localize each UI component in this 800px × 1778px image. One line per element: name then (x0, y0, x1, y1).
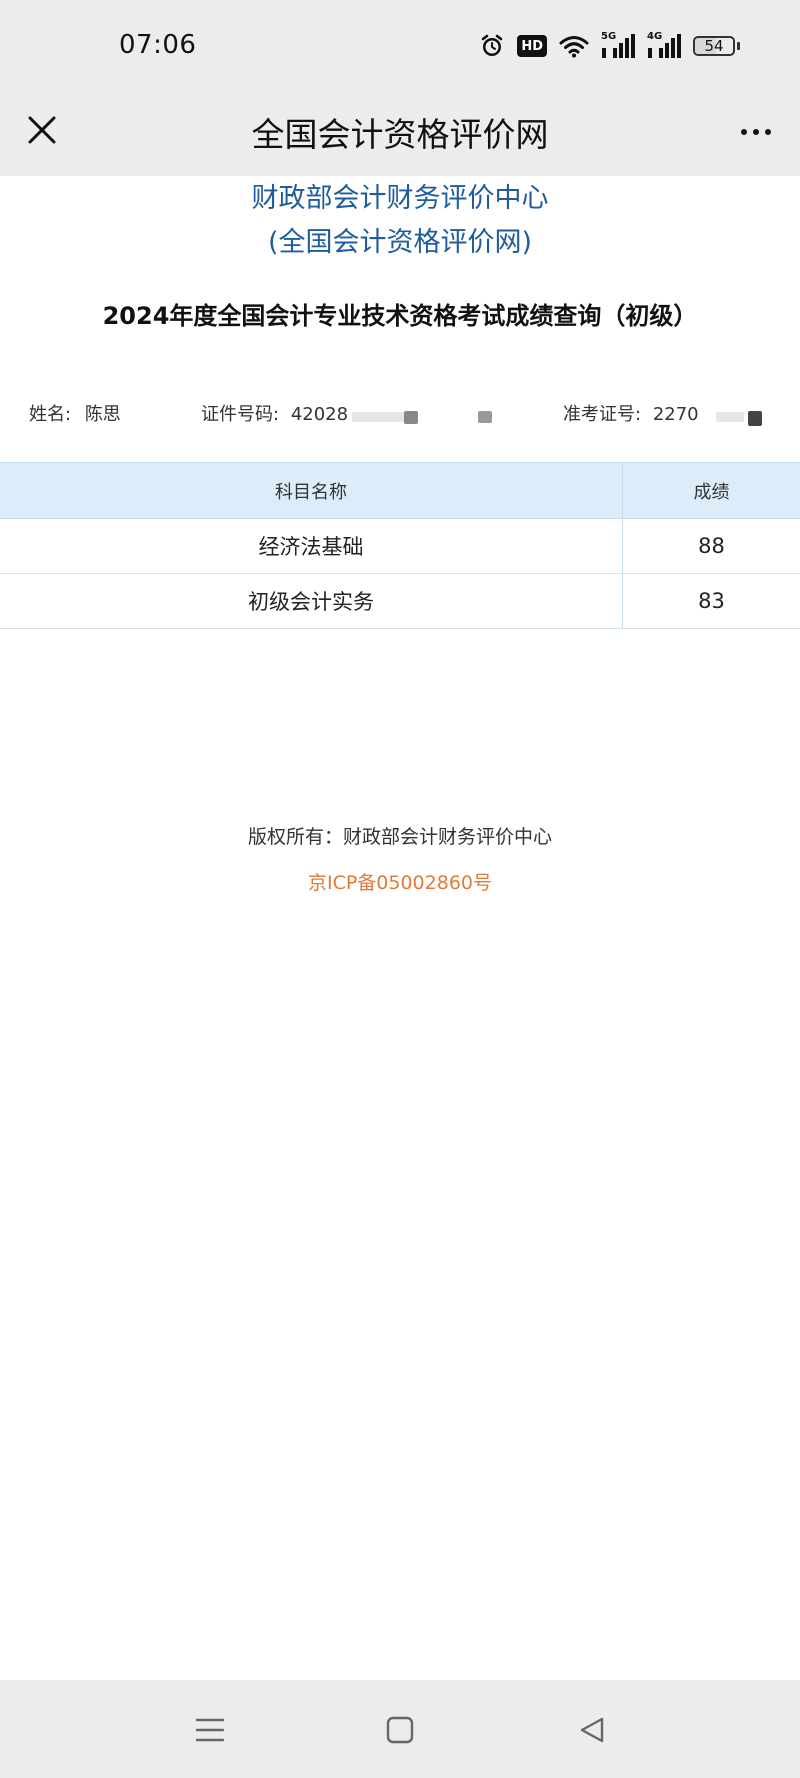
menu-icon (195, 1718, 225, 1742)
menu-button[interactable] (190, 1712, 230, 1748)
candidate-id: 证件号码: 42028 (201, 400, 348, 426)
back-icon (580, 1717, 604, 1743)
name-label: 姓名: (29, 404, 72, 425)
row-subject: 经济法基础 (0, 518, 623, 574)
system-nav-bar (0, 1680, 800, 1778)
row-score: 83 (622, 573, 800, 629)
wifi-icon (559, 34, 589, 58)
more-dots-icon (741, 129, 747, 135)
battery-icon: 54 (693, 36, 740, 56)
id-redaction-tail (478, 411, 492, 423)
candidate-name: 姓名: 陈思 (29, 400, 121, 426)
row-subject: 初级会计实务 (0, 573, 623, 629)
battery-tip (737, 42, 740, 50)
table-row: 初级会计实务 83 (0, 573, 800, 629)
table-header-row: 科目名称 成绩 (0, 462, 800, 519)
name-value: 陈思 (84, 404, 121, 425)
hd-label: HD (521, 38, 543, 54)
table-row: 经济法基础 88 (0, 518, 800, 574)
ticket-redaction-mark (748, 411, 762, 426)
back-button[interactable] (572, 1712, 612, 1748)
nav-title: 全国会计资格评价网 (251, 115, 549, 154)
icp-link[interactable]: 京ICP备05002860号 (0, 868, 800, 895)
battery-level: 54 (704, 37, 724, 55)
status-bar: 07:06 HD 5G 4G 54 (0, 0, 800, 88)
home-button[interactable] (380, 1712, 420, 1748)
id-redaction (352, 412, 412, 422)
page: 07:06 HD 5G 4G 54 全国会计资格评价网 财政部会计财务评价中心 … (0, 0, 800, 1778)
id-value: 42028 (290, 404, 349, 425)
row-score: 88 (622, 518, 800, 574)
ticket-redaction (716, 412, 744, 422)
ticket-value: 2270 (652, 404, 699, 425)
alarm-icon (479, 33, 505, 59)
copyright-text: 版权所有：财政部会计财务评价中心 (247, 826, 552, 848)
hd-icon: HD (517, 35, 547, 57)
header-subject: 科目名称 (0, 462, 623, 519)
candidate-info: 姓名: 陈思 证件号码: 42028 准考证号: 2270 (0, 400, 800, 430)
nav-bar: 全国会计资格评价网 (0, 88, 800, 176)
status-time: 07:06 (119, 30, 197, 60)
home-icon (386, 1716, 414, 1744)
org-name: 财政部会计财务评价中心 (251, 183, 549, 214)
org-subtitle: (全国会计资格评价网) (267, 227, 533, 258)
status-icons: HD 5G 4G 54 (479, 32, 740, 59)
id-redaction-mark (404, 411, 418, 424)
more-button[interactable] (734, 114, 778, 150)
score-table: 科目名称 成绩 经济法基础 88 初级会计实务 83 (0, 462, 800, 629)
header-score: 成绩 (622, 462, 800, 519)
ticket-label: 准考证号: (563, 404, 642, 425)
battery-body: 54 (693, 36, 735, 56)
id-label: 证件号码: (201, 404, 280, 425)
signal-4g-icon: 4G (647, 32, 681, 58)
candidate-ticket: 准考证号: 2270 (563, 400, 699, 426)
signal-5g-icon: 5G (601, 32, 635, 58)
exam-title: 2024年度全国会计专业技术资格考试成绩查询（初级） (102, 302, 698, 330)
